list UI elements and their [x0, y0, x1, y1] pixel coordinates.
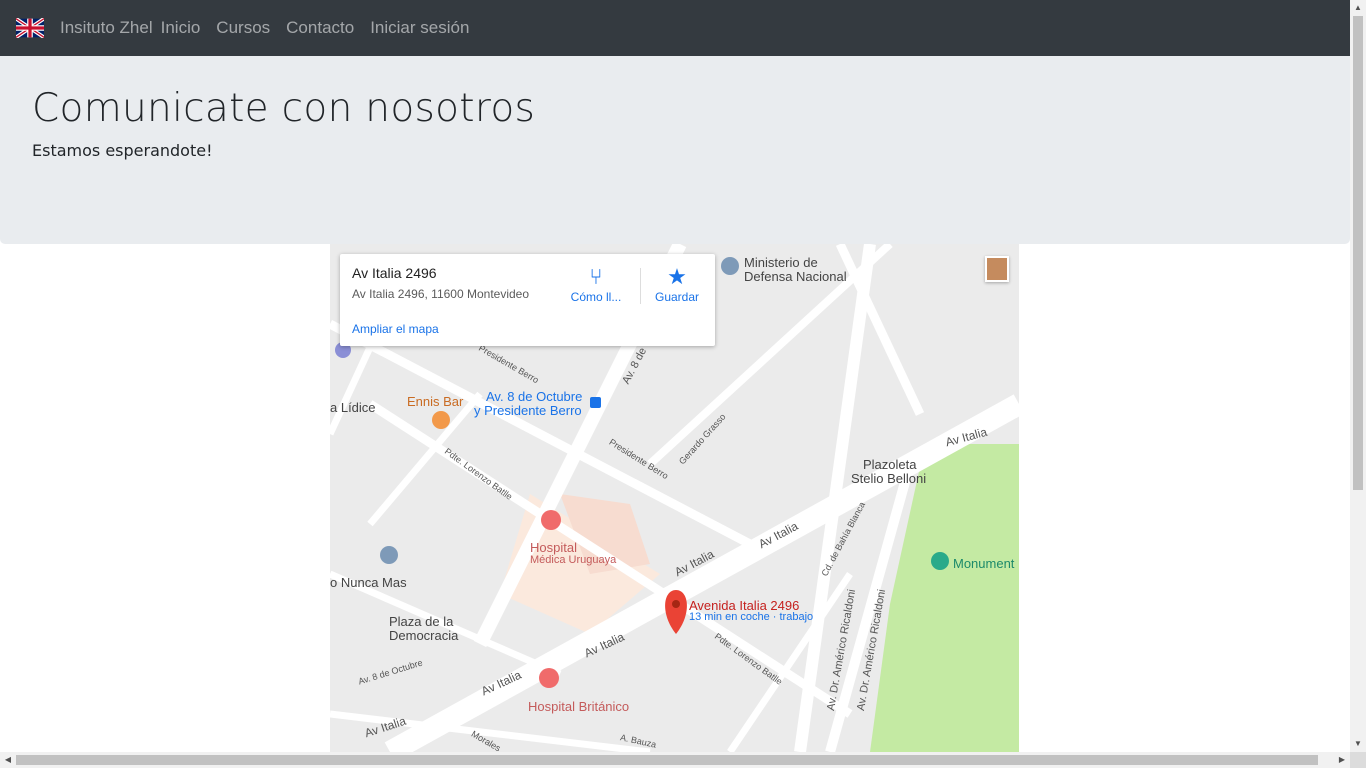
nav-link-cursos[interactable]: Cursos	[216, 18, 270, 38]
top-navbar: Insituto Zhel Inicio Cursos Contacto Ini…	[0, 0, 1350, 56]
page-subtitle: Estamos esperandote!	[32, 141, 213, 160]
museum-pin-icon[interactable]	[721, 257, 739, 275]
save-button[interactable]: ★ Guardar	[642, 264, 712, 305]
map-label-ministerio-1: Ministerio de	[744, 255, 818, 270]
map-label-marker-sub: 13 min en coche · trabajo	[689, 611, 814, 623]
page-title: Comunicate con nosotros	[32, 86, 536, 131]
scroll-down-icon[interactable]: ▼	[1350, 736, 1366, 752]
map-label-stop-1: Av. 8 de Octubre	[486, 389, 583, 404]
map-label-plazoleta-1: Plazoleta	[863, 457, 917, 472]
map-label-monumento: Monument	[953, 556, 1015, 571]
map-label-plazoleta-2: Stelio Belloni	[851, 471, 927, 486]
directions-label: Cómo ll...	[570, 290, 622, 304]
map-label-hospital-2: Médica Uruguaya	[530, 554, 617, 566]
map-label-britanico: Hospital Británico	[528, 699, 630, 714]
horizontal-scrollbar[interactable]: ◀ ▶	[0, 752, 1350, 768]
directions-icon: ⑂	[589, 264, 603, 289]
nav-link-contacto[interactable]: Contacto	[286, 18, 354, 38]
place-title: Av Italia 2496	[352, 265, 437, 281]
vertical-scroll-thumb[interactable]	[1353, 16, 1363, 490]
user-avatar[interactable]	[985, 256, 1009, 282]
monument-pin-icon[interactable]	[931, 552, 949, 570]
map-label-plaza-1: Plaza de la	[389, 614, 454, 629]
directions-button[interactable]: ⑂ Cómo ll...	[561, 264, 631, 305]
horizontal-scroll-thumb[interactable]	[16, 755, 1318, 765]
map-label-plaza-2: Democracia	[389, 628, 459, 643]
uk-flag-icon[interactable]	[16, 18, 44, 38]
map-info-card: Av Italia 2496 Av Italia 2496, 11600 Mon…	[340, 254, 715, 346]
save-label: Guardar	[654, 290, 700, 304]
map-label-lidice: a Lídice	[330, 400, 376, 415]
nav-link-inicio[interactable]: Inicio	[161, 18, 201, 38]
bus-stop-icon[interactable]	[590, 397, 601, 408]
star-icon: ★	[667, 264, 687, 289]
map-label-ministerio-2: Defensa Nacional	[744, 269, 847, 284]
hospital-britanico-pin-icon[interactable]	[539, 668, 559, 688]
place-address: Av Italia 2496, 11600 Montevideo	[352, 287, 530, 301]
scroll-up-icon[interactable]: ▲	[1350, 0, 1366, 16]
map-label-ennis-bar: Ennis Bar	[407, 394, 464, 409]
restaurant-pin-icon[interactable]	[432, 411, 450, 429]
scroll-left-icon[interactable]: ◀	[0, 752, 16, 768]
scrollbar-corner	[1350, 752, 1366, 768]
embedded-map[interactable]: Ministerio de Defensa Nacional Ennis Bar…	[330, 244, 1019, 752]
map-label-stop-2: y Presidente Berro	[474, 403, 582, 418]
vertical-scrollbar[interactable]: ▲ ▼	[1350, 0, 1366, 752]
scroll-right-icon[interactable]: ▶	[1334, 752, 1350, 768]
nav-link-iniciar-sesion[interactable]: Iniciar sesión	[370, 18, 469, 38]
map-label-hospital-1: Hospital	[530, 540, 577, 555]
hospital-pin-icon[interactable]	[541, 510, 561, 530]
brand-link[interactable]: Insituto Zhel	[60, 18, 153, 38]
enlarge-map-link[interactable]: Ampliar el mapa	[352, 322, 439, 336]
map-label-nunca-mas: o Nunca Mas	[330, 575, 407, 590]
hero-jumbotron: Comunicate con nosotros Estamos esperand…	[0, 56, 1350, 244]
location-marker-dot	[672, 600, 680, 608]
place-pin-icon[interactable]	[380, 546, 398, 564]
card-divider	[640, 268, 641, 304]
